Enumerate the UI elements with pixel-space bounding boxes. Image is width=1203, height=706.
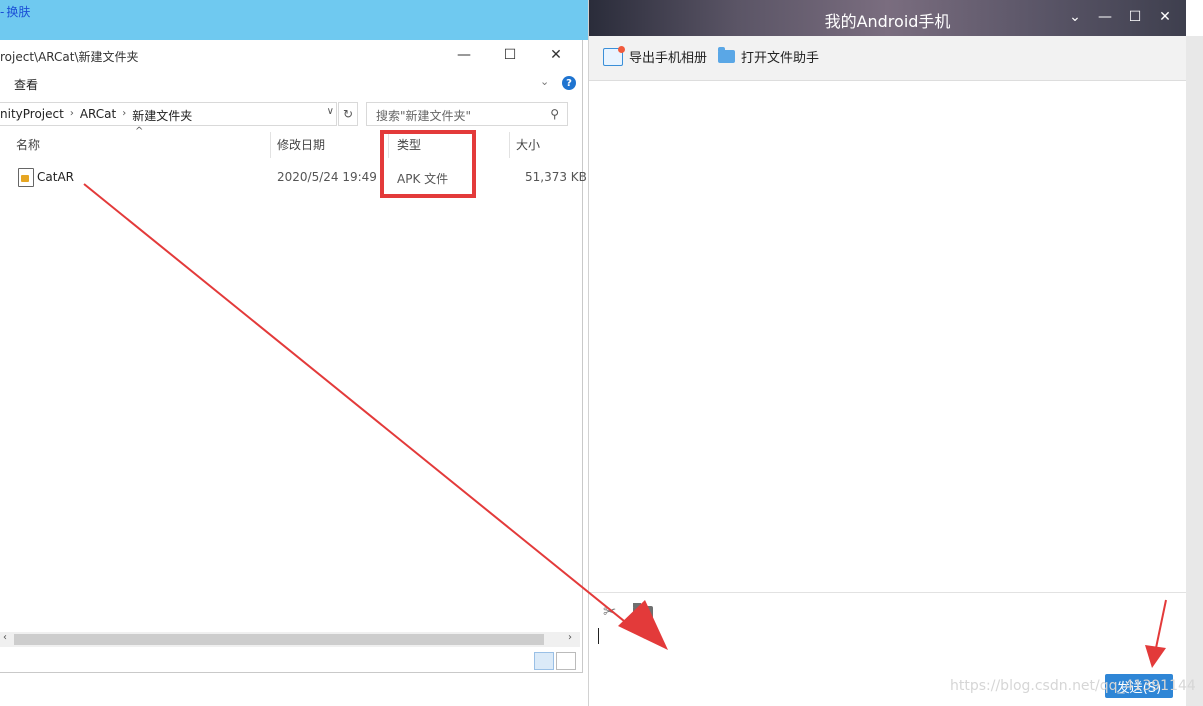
window-edge-strip	[1186, 36, 1203, 706]
dash-icon: -	[0, 4, 5, 19]
file-modified: 2020/5/24 19:49	[277, 170, 377, 184]
open-file-helper-label: 打开文件助手	[741, 51, 820, 66]
explorer-titlebar: roject\ARCat\新建文件夹 — ☐ ✕	[0, 40, 582, 70]
sort-caret-icon: ^	[135, 126, 144, 137]
close-button[interactable]: ✕	[1151, 6, 1179, 28]
phone-toolbar: 导出手机相册 打开文件助手	[589, 36, 1186, 81]
breadcrumb: nityProject › ARCat › 新建文件夹	[0, 107, 192, 124]
export-album-button[interactable]: 导出手机相册	[603, 45, 708, 66]
status-bar	[0, 648, 580, 672]
large-icons-view-icon[interactable]	[556, 652, 576, 670]
address-dropdown-icon[interactable]: ∨	[327, 106, 334, 117]
refresh-button[interactable]: ↻	[338, 102, 358, 126]
column-header-name[interactable]: 名称	[16, 136, 40, 153]
column-divider[interactable]	[509, 132, 510, 158]
text-cursor	[598, 628, 599, 644]
column-divider[interactable]	[270, 132, 271, 158]
horizontal-scrollbar[interactable]: ‹ ›	[0, 632, 580, 647]
close-icon: ✕	[1159, 9, 1171, 25]
watermark: https://blog.csdn.net/qq_41391144	[950, 678, 1196, 694]
android-phone-window: 我的Android手机 ⌄ — ☐ ✕ 导出手机相册 打开文件助手 ✂ 发送(S…	[588, 0, 1203, 706]
phone-titlebar: 我的Android手机 ⌄ — ☐ ✕	[589, 0, 1186, 36]
chevron-right-icon[interactable]: ›	[70, 107, 74, 124]
ribbon: 查看 ⌄ ?	[0, 70, 582, 98]
close-button[interactable]: ✕	[538, 44, 574, 66]
skin-link-label: 换肤	[6, 5, 31, 19]
file-explorer-window: roject\ARCat\新建文件夹 — ☐ ✕ 查看 ⌄ ? nityProj…	[0, 40, 587, 673]
skin-link[interactable]: - 换肤	[0, 3, 30, 20]
maximize-button[interactable]: ☐	[492, 44, 528, 66]
maximize-icon: ☐	[503, 47, 517, 63]
photo-album-icon	[603, 45, 625, 66]
chevron-down-icon: ⌄	[1069, 9, 1081, 25]
minimize-button[interactable]: —	[446, 44, 482, 66]
scroll-right-icon[interactable]: ›	[568, 632, 572, 643]
folder-icon	[718, 47, 735, 63]
breadcrumb-item[interactable]: ARCat	[80, 107, 116, 124]
explorer-title: roject\ARCat\新建文件夹	[0, 50, 139, 64]
search-icon: ⚲	[550, 107, 559, 121]
details-view-icon[interactable]	[534, 652, 554, 670]
dropdown-button[interactable]: ⌄	[1061, 6, 1089, 28]
chevron-down-icon[interactable]: ⌄	[540, 75, 549, 88]
minimize-icon: —	[1098, 9, 1112, 25]
close-icon: ✕	[550, 47, 562, 63]
breadcrumb-item[interactable]: 新建文件夹	[132, 107, 192, 124]
open-file-helper-button[interactable]: 打开文件助手	[718, 47, 819, 66]
message-area-divider	[589, 592, 1186, 593]
breadcrumb-item[interactable]: nityProject	[0, 107, 64, 124]
annotation-highlight-box	[380, 130, 476, 198]
minimize-button[interactable]: —	[1091, 6, 1119, 28]
refresh-icon: ↻	[342, 107, 354, 121]
minimize-icon: —	[457, 47, 471, 63]
search-input[interactable]: 搜索"新建文件夹" ⚲	[366, 102, 568, 126]
column-header-size[interactable]: 大小	[516, 136, 540, 153]
file-row[interactable]: CatAR 2020/5/24 19:49 APK 文件 51,373 KB	[0, 168, 587, 190]
maximize-button[interactable]: ☐	[1121, 6, 1149, 28]
export-album-label: 导出手机相册	[629, 51, 708, 66]
ribbon-tab-view[interactable]: 查看	[14, 76, 38, 93]
scrollbar-thumb[interactable]	[14, 634, 544, 645]
file-size: 51,373 KB	[525, 170, 587, 184]
scroll-left-icon[interactable]: ‹	[3, 632, 7, 643]
chevron-right-icon[interactable]: ›	[122, 107, 126, 124]
file-name: CatAR	[37, 170, 74, 184]
apk-file-icon	[18, 168, 34, 187]
column-header-modified[interactable]: 修改日期	[277, 136, 325, 153]
address-bar[interactable]: nityProject › ARCat › 新建文件夹 ∨	[0, 102, 337, 126]
scissors-icon[interactable]: ✂	[603, 602, 616, 621]
search-placeholder: 搜索"新建文件夹"	[376, 109, 472, 123]
folder-icon[interactable]	[633, 603, 653, 620]
maximize-icon: ☐	[1128, 9, 1142, 25]
help-icon[interactable]: ?	[562, 76, 576, 90]
